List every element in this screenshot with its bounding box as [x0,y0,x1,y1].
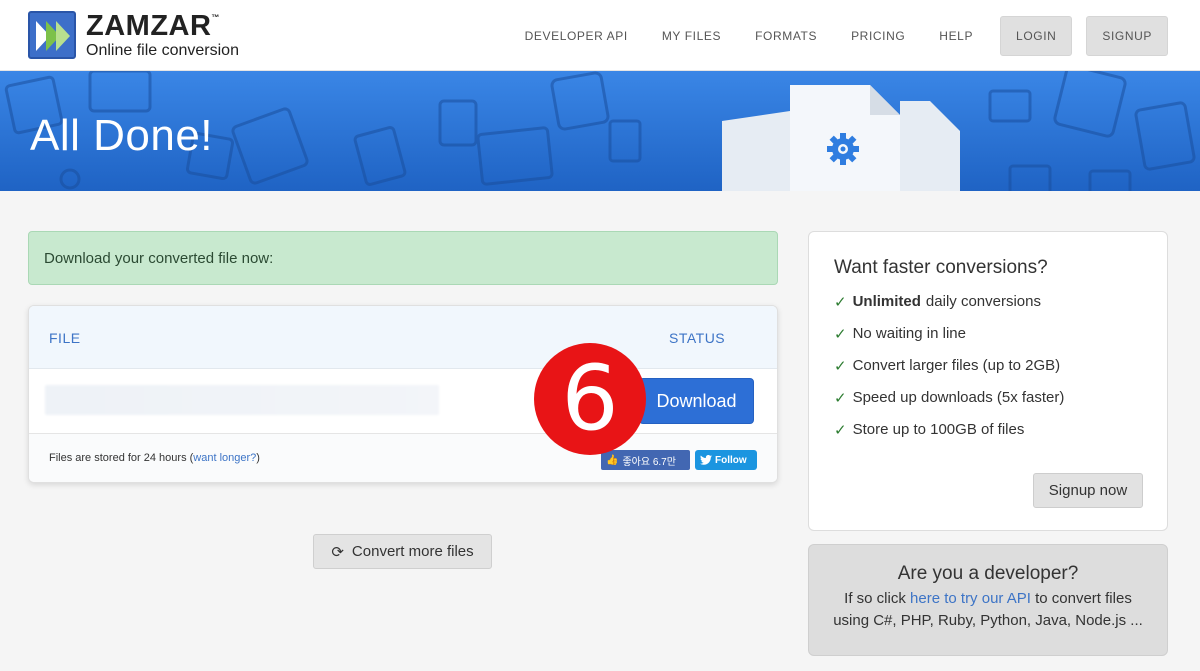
list-item: ✓ Store up to 100GB of files [834,421,1142,453]
file-column-header: FILE [49,330,81,346]
feature-text: daily conversions [925,293,1041,310]
page-title: All Done! [30,111,214,160]
convert-more-files-button[interactable]: ⟳ Convert more files [313,534,492,569]
storage-note: Files are stored for 24 hours (want long… [49,452,260,464]
want-longer-link[interactable]: want longer? [193,452,256,464]
developer-text: If so click here to try our API to conve… [809,588,1167,632]
trademark-symbol: ™ [211,12,220,22]
status-column-header: STATUS [669,330,726,346]
site-header: ZAMZAR™ Online file conversion DEVELOPER… [0,0,1200,71]
checkmark-icon: ✓ [834,294,847,311]
brand-name: ZAMZAR [86,9,212,42]
feature-highlight: Unlimited [852,293,921,310]
signup-button[interactable]: SIGNUP [1086,16,1168,56]
try-api-link[interactable]: here to try our API [910,590,1031,607]
nav-help[interactable]: HELP [939,29,973,43]
feature-text: Convert larger files (up to 2GB) [852,357,1061,374]
developer-api-box: Are you a developer? If so click here to… [808,544,1168,656]
thumbs-up-icon: 👍 [606,454,619,466]
checkmark-icon: ✓ [834,422,847,439]
gear-icon [827,133,859,165]
developer-title: Are you a developer? [897,563,1079,584]
facebook-like-label: 좋아요 6.7만 [622,456,676,468]
list-item: ✓ Unlimited daily conversions [834,293,1142,325]
promo-title: Want faster conversions? [834,257,1048,278]
promo-feature-list: ✓ Unlimited daily conversions ✓ No waiting … [834,293,1142,453]
list-item: ✓ Speed up downloads (5x faster) [834,389,1142,421]
storage-note-prefix: Files are stored for 24 hours ( [49,452,194,464]
checkmark-icon: ✓ [834,358,847,375]
developer-text-prefix: If so click [844,590,911,607]
list-item: ✓ Convert larger files (up to 2GB) [834,357,1142,389]
nav-pricing[interactable]: PRICING [851,29,905,43]
main-nav: DEVELOPER API MY FILES FORMATS PRICING H… [491,16,1168,56]
feature-text: Store up to 100GB of files [852,421,1025,438]
files-table-footer: Files are stored for 24 hours (want long… [29,434,777,482]
step-number-badge: 6 [534,343,646,455]
list-item: ✓ No waiting in line [834,325,1142,357]
twitter-bird-icon [700,455,712,465]
login-button[interactable]: LOGIN [1000,16,1073,56]
faster-conversions-promo: Want faster conversions? ✓ Unlimited daily… [808,231,1168,531]
signup-now-button[interactable]: Signup now [1033,473,1143,508]
brand-tagline: Online file conversion [86,41,239,59]
nav-my-files[interactable]: MY FILES [662,29,721,43]
files-table-header: FILE STATUS [29,306,777,369]
download-button[interactable]: Download [639,378,754,424]
blurred-filename [45,385,439,415]
twitter-follow-button[interactable]: Follow [695,450,757,470]
zamzar-logo[interactable]: ZAMZAR™ Online file conversion [28,11,239,59]
feature-text: Speed up downloads (5x faster) [852,389,1065,406]
download-ready-alert: Download your converted file now: [28,231,778,285]
convert-more-label: Convert more files [351,543,474,560]
feature-text: No waiting in line [852,325,966,342]
twitter-follow-label: Follow [715,454,747,466]
refresh-icon: ⟳ [331,543,344,561]
facebook-like-button[interactable]: 👍 좋아요 6.7만 [601,450,690,470]
storage-note-suffix: ) [256,452,260,464]
nav-formats[interactable]: FORMATS [755,29,817,43]
converted-files-panel: FILE STATUS Download Files are stored fo… [28,305,778,483]
nav-developer-api[interactable]: DEVELOPER API [525,29,628,43]
table-row: Download [29,369,777,434]
checkmark-icon: ✓ [834,326,847,343]
checkmark-icon: ✓ [834,390,847,407]
hero-banner: All Done! [0,71,1200,191]
logo-arrows-icon [28,11,76,59]
